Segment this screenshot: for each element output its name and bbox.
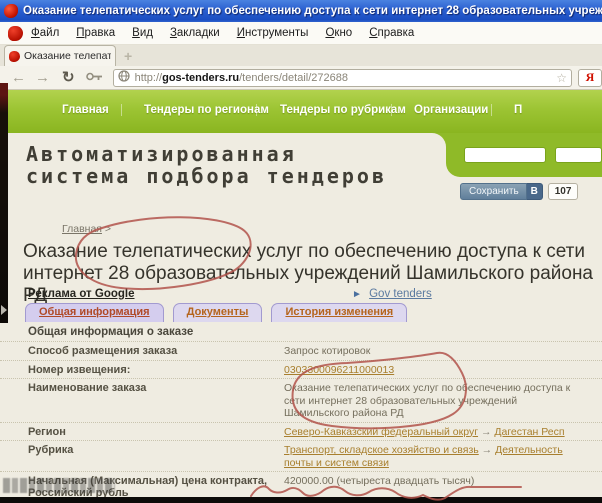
site-logo-line1: Автоматизированная [26,143,446,165]
browser-app-icon [4,4,18,18]
nav-home[interactable]: Главная [62,104,109,116]
row-label: Номер извещения: [0,361,282,379]
region-district-link[interactable]: Северо-Кавказский федеральный округ [284,426,478,438]
nav-divider [391,104,392,116]
menu-view[interactable]: Вид [132,27,153,39]
video-bottom-bar [0,497,602,503]
content-tabs: Общая информация Документы История измен… [25,303,416,322]
vk-save-button[interactable]: Сохранить [460,183,527,200]
nav-organizations[interactable]: Организации [414,104,488,116]
nav-clipped-item[interactable]: П [514,104,522,116]
browser-tab[interactable]: Оказание телепатичес... [4,45,116,66]
tab-favicon-icon [9,51,20,62]
yandex-search-button[interactable]: Я [578,69,602,87]
table-section-header: Общая информация о заказе [0,322,602,341]
menu-window[interactable]: Окно [325,27,352,39]
url-text: http://gos-tenders.ru/tenders/detail/272… [135,72,553,84]
nav-tenders-by-rubric[interactable]: Тендеры по рубрикам [280,104,406,116]
menu-edit[interactable]: Правка [76,27,115,39]
search-input-1[interactable] [464,147,546,163]
video-overlay-strip [0,83,8,323]
gov-tenders-link[interactable]: Gov tenders [369,288,432,300]
breadcrumb-separator: > [105,223,111,235]
breadcrumb: Главная > [62,223,111,235]
vk-logo-icon: В [527,183,543,200]
browser-logo-icon [8,26,23,41]
arrow-separator: → [481,426,492,438]
row-label: Наименование заказа [0,379,282,422]
row-value: Запрос котировок [282,342,574,360]
table-row: Наименование заказа Оказание телепатичес… [0,378,602,422]
window-titlebar: Оказание телепатических услуг по обеспеч… [0,0,602,22]
row-value: Оказание телепатических услуг по обеспеч… [282,379,574,422]
breadcrumb-home-link[interactable]: Главная [62,223,102,235]
watermark [3,478,115,493]
site-logo: Автоматизированная система подбора тенде… [26,143,446,187]
arrow-separator: → [482,444,493,456]
key-icon [86,69,103,87]
vk-share-widget[interactable]: Сохранить В 107 [460,183,578,200]
new-tab-button[interactable]: + [124,49,132,63]
navigation-toolbar: ← → ↻ http://gos-tenders.ru/tenders/deta… [0,66,602,90]
play-marker-icon [1,305,7,315]
region-republic-link[interactable]: Дагестан Респ [494,426,564,438]
search-input-2[interactable] [555,147,602,163]
menu-bookmarks[interactable]: Закладки [170,27,220,39]
reload-button-icon[interactable]: ↻ [62,70,75,85]
row-label: Рубрика [0,441,282,471]
url-domain: gos-tenders.ru [162,72,239,84]
site-logo-line2: система подбора тендеров [26,165,446,187]
table-row: Рубрика Транспорт, складское хозяйство и… [0,440,602,471]
bookmark-star-icon[interactable]: ☆ [556,71,567,85]
site-navigation: Главная Тендеры по регионам Тендеры по р… [0,90,602,133]
tab-title: Оказание телепатичес... [24,50,111,62]
nav-divider [121,104,122,116]
rubric-category-link[interactable]: Транспорт, складское хозяйство и связь [284,444,479,456]
tab-documents[interactable]: Документы [173,303,263,322]
menu-bar: Файл Правка Вид Закладки Инструменты Окн… [0,22,602,45]
notice-number-link[interactable]: 0303300096211000013 [284,364,394,376]
google-ad-label[interactable]: Реклама от Google [28,288,135,300]
address-bar[interactable]: http://gos-tenders.ru/tenders/detail/272… [113,69,572,87]
order-info-table: Общая информация о заказе Способ размеще… [0,322,602,501]
gov-tenders-ad[interactable]: ► Gov tenders [352,288,432,300]
menu-file[interactable]: Файл [31,27,59,39]
forward-button-icon[interactable]: → [35,70,50,85]
back-button-icon[interactable]: ← [11,70,26,85]
menu-tools[interactable]: Инструменты [237,27,309,39]
tab-history[interactable]: История изменения [271,303,407,322]
table-row: Способ размещения заказа Запрос котирово… [0,341,602,360]
nav-divider [491,104,492,116]
nav-divider [256,104,257,116]
vk-share-count: 107 [548,183,579,200]
nav-tenders-by-region[interactable]: Тендеры по регионам [144,104,269,116]
menu-help[interactable]: Справка [369,27,414,39]
row-label: Регион [0,423,282,441]
row-label: Способ размещения заказа [0,342,282,360]
tab-bar: Оказание телепатичес... + [0,45,602,66]
triangle-icon: ► [352,289,362,300]
table-row: Номер извещения: 0303300096211000013 [0,360,602,379]
tab-general-info[interactable]: Общая информация [25,303,164,322]
globe-icon [118,69,130,87]
table-row: Регион Северо-Кавказский федеральный окр… [0,422,602,441]
window-title: Оказание телепатических услуг по обеспеч… [23,5,602,17]
